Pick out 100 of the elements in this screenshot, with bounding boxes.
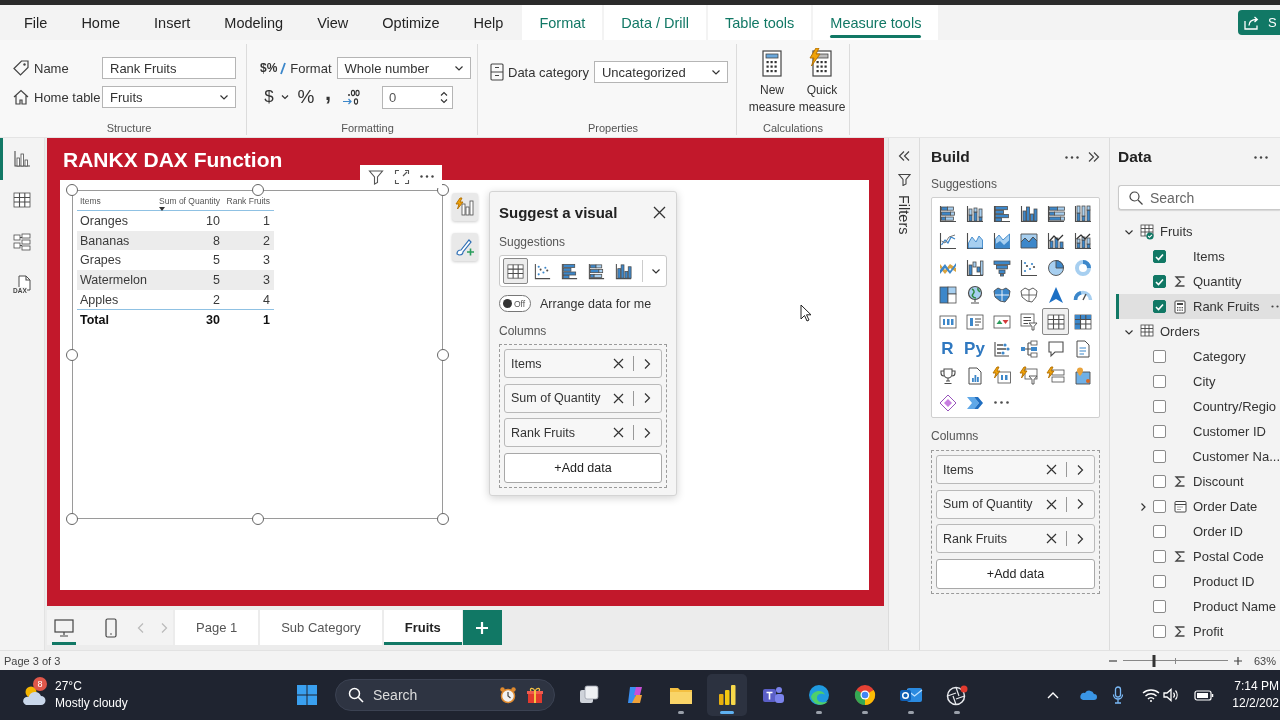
ribbon-tab[interactable]: View <box>300 5 366 40</box>
python-visual-button[interactable]: Py <box>961 335 988 362</box>
speaker-icon[interactable] <box>1162 688 1181 702</box>
ribbon-tab[interactable]: Optimize <box>365 5 457 40</box>
field-list-item[interactable]: Discount <box>1116 469 1280 494</box>
visual-type-button[interactable] <box>1042 308 1069 335</box>
field-well[interactable]: Sum of Quantity <box>504 383 662 413</box>
checkbox[interactable] <box>1153 400 1166 413</box>
microphone-icon[interactable] <box>1112 686 1125 704</box>
field-list-item[interactable]: City <box>1116 369 1280 394</box>
more-icon[interactable] <box>1254 155 1268 159</box>
remove-icon[interactable] <box>613 427 624 438</box>
slider-thumb[interactable] <box>1152 654 1156 667</box>
remove-icon[interactable] <box>1046 464 1057 475</box>
ribbon-tab[interactable]: Insert <box>137 5 208 40</box>
field-list-item[interactable]: Rank Fruits <box>1116 294 1280 319</box>
r-visual-button[interactable]: R <box>934 335 961 362</box>
resize-handle-icon[interactable] <box>251 184 264 196</box>
remove-icon[interactable] <box>1046 533 1057 544</box>
quick-measure-button[interactable]: Quick measure <box>797 48 847 121</box>
checkbox[interactable] <box>1153 425 1166 438</box>
home-table-dropdown[interactable]: Fruits <box>102 86 236 108</box>
field-well[interactable]: Rank Fruits <box>936 524 1095 553</box>
checkbox[interactable] <box>1153 575 1166 588</box>
resize-handle-icon[interactable] <box>437 513 449 525</box>
field-well[interactable]: Items <box>936 455 1095 484</box>
field-list-item[interactable]: Items <box>1116 244 1280 269</box>
checkbox[interactable] <box>1153 625 1166 638</box>
remove-icon[interactable] <box>1046 498 1057 510</box>
cloud-icon[interactable] <box>1079 689 1098 701</box>
checkbox[interactable] <box>1153 525 1166 538</box>
resize-handle-icon[interactable] <box>66 513 78 525</box>
data-category-dropdown[interactable]: Uncategorized <box>593 61 728 83</box>
checkbox[interactable] <box>1153 475 1166 488</box>
field-list-item[interactable]: Product Name <box>1116 594 1280 619</box>
clock-date[interactable]: 12/2/202 <box>1232 695 1279 712</box>
comma-style-button[interactable]: , <box>322 86 334 108</box>
column-header[interactable]: Items <box>80 196 101 206</box>
resize-handle-icon[interactable] <box>66 348 78 361</box>
field-list-item[interactable]: Customer ID <box>1116 419 1280 444</box>
checkbox[interactable] <box>1153 600 1166 613</box>
arrange-data-toggle[interactable]: Off <box>499 295 531 312</box>
ribbon-tab[interactable]: Table tools <box>708 5 812 40</box>
field-list-item[interactable]: Category <box>1116 344 1280 369</box>
more-icon[interactable] <box>1271 305 1279 308</box>
weather-temperature[interactable]: 27°C <box>55 678 128 695</box>
page-tab[interactable]: Sub Category <box>260 610 382 645</box>
chevron-right-icon[interactable] <box>643 392 651 404</box>
resize-handle-icon[interactable] <box>251 513 264 525</box>
field-well[interactable]: Rank Fruits <box>504 418 662 447</box>
filters-pane-label[interactable]: Filters <box>896 195 912 235</box>
name-field[interactable]: Rank Fruits <box>102 57 236 79</box>
column-header[interactable]: Rank Fruits <box>226 196 270 206</box>
ribbon-tab[interactable]: Measure tools <box>813 5 939 40</box>
page-tab[interactable]: Fruits <box>383 610 462 645</box>
suggest-visual-button[interactable] <box>452 193 478 221</box>
wifi-icon[interactable] <box>1142 688 1161 702</box>
clock-time[interactable]: 7:14 PM <box>1234 678 1279 695</box>
field-list-item[interactable]: Customer Na... <box>1116 444 1280 469</box>
expand-icon[interactable] <box>394 168 410 185</box>
new-measure-button[interactable]: New measure <box>747 48 797 121</box>
share-button[interactable]: S <box>1238 10 1280 35</box>
ribbon-tab[interactable]: Modeling <box>207 5 301 40</box>
percent-button[interactable]: % <box>296 86 316 108</box>
field-well[interactable]: Sum of Quantity <box>936 489 1095 519</box>
ribbon-tab[interactable]: Data / Drill <box>604 5 706 40</box>
checkbox[interactable] <box>1152 450 1166 463</box>
currency-button[interactable]: $ <box>262 86 276 108</box>
ribbon-tab[interactable]: File <box>7 5 65 40</box>
double-chevron-left-icon[interactable] <box>898 150 910 162</box>
add-data-button[interactable]: +Add data <box>504 452 662 483</box>
double-chevron-right-icon[interactable] <box>1088 151 1100 163</box>
checkbox[interactable] <box>1153 500 1166 513</box>
taskbar-search-field[interactable]: Search <box>335 679 555 711</box>
remove-icon[interactable] <box>613 392 624 404</box>
checkbox[interactable] <box>1153 250 1166 263</box>
field-list-item[interactable]: Profit <box>1116 619 1280 644</box>
filter-icon[interactable] <box>368 168 384 185</box>
checkbox[interactable] <box>1153 375 1166 388</box>
field-list-item[interactable]: Quantity <box>1116 269 1280 294</box>
field-list-item[interactable]: Product ID <box>1116 569 1280 594</box>
search-field[interactable]: Search <box>1118 185 1280 210</box>
checkbox[interactable] <box>1153 350 1166 363</box>
decimal-places-field[interactable]: 0 <box>382 85 453 109</box>
add-data-button[interactable]: +Add data <box>936 558 1095 589</box>
ribbon-tab[interactable]: Format <box>522 5 603 40</box>
chevron-up-icon[interactable] <box>1046 690 1061 700</box>
checkbox[interactable] <box>1153 300 1166 313</box>
format-visual-button[interactable] <box>452 233 478 261</box>
decimal-places-icon[interactable] <box>342 88 360 106</box>
format-dropdown[interactable]: Whole number <box>336 57 471 79</box>
more-icon[interactable] <box>1065 155 1079 159</box>
taskbar-app-button[interactable] <box>707 674 747 716</box>
chevron-right-icon[interactable] <box>643 426 651 439</box>
remove-icon[interactable] <box>613 358 624 369</box>
close-icon[interactable] <box>653 205 666 219</box>
add-page-button[interactable] <box>462 610 502 645</box>
field-list-item[interactable]: Postal Code <box>1116 544 1280 569</box>
field-well[interactable]: Items <box>504 349 662 378</box>
table-list-item[interactable]: Fruits <box>1118 219 1280 244</box>
